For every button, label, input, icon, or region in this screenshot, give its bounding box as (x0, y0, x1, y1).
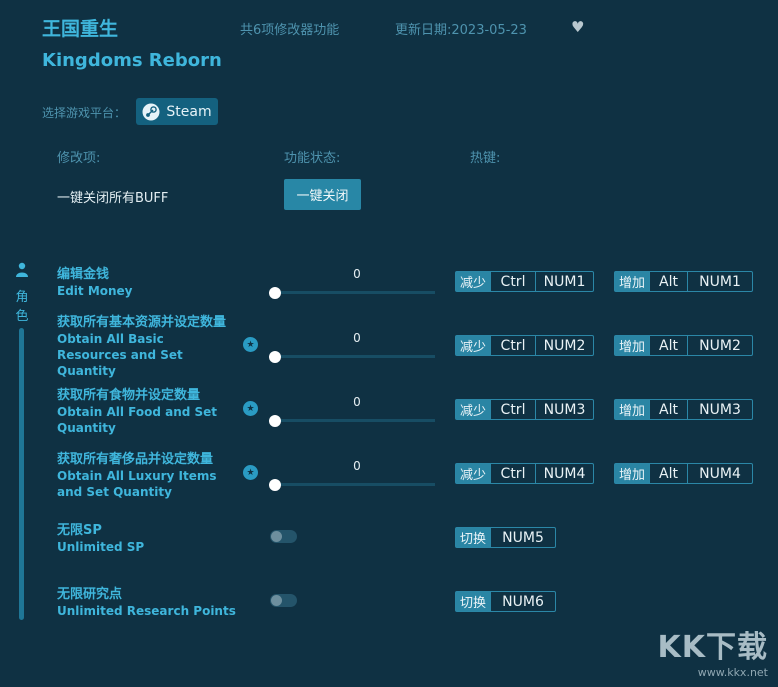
feature-name-en: Obtain All Food and Set Quantity (57, 405, 218, 435)
star-icon: ★ (243, 337, 258, 352)
hotkey-decrease[interactable]: 减少 Ctrl NUM4 (455, 463, 595, 484)
hotkey-tag: 增加 (615, 336, 650, 355)
watermark-site: www.kkx.net (697, 666, 768, 679)
feature-row-basic-resources: 获取所有基本资源并设定数量 Obtain All Basic Resources… (57, 314, 237, 379)
game-title-en: Kingdoms Reborn (42, 50, 222, 71)
hotkey-tag: 切换 (456, 592, 491, 611)
feature-name-cn: 无限SP (57, 523, 102, 538)
hotkey-key: NUM3 (687, 400, 752, 419)
hotkey-key: NUM1 (535, 272, 593, 291)
hotkey-key: NUM5 (490, 528, 555, 547)
value-slider[interactable] (274, 419, 435, 422)
hotkey-tag: 增加 (615, 464, 650, 483)
value-slider[interactable] (274, 291, 435, 294)
feature-name-cn: 获取所有基本资源并设定数量 (57, 315, 227, 330)
hotkey-decrease[interactable]: 减少 Ctrl NUM1 (455, 271, 595, 292)
feature-count: 共6项修改器功能 (240, 23, 340, 38)
feature-name-cn: 获取所有奢侈品并设定数量 (57, 452, 214, 467)
feature-name-en: Unlimited Research Points (57, 604, 236, 618)
slider-handle[interactable] (269, 287, 281, 299)
steam-label: Steam (166, 103, 212, 120)
hotkey-tag: 减少 (456, 464, 491, 483)
hotkey-key: NUM4 (535, 464, 593, 483)
value-slider[interactable] (274, 355, 435, 358)
hotkey-key: NUM2 (535, 336, 593, 355)
hotkey-increase[interactable]: 增加 Alt NUM1 (614, 271, 754, 292)
feature-toggle[interactable] (270, 530, 297, 543)
hotkey-key: NUM4 (687, 464, 752, 483)
watermark-logo: KK下载 (657, 630, 768, 665)
feature-name-cn: 获取所有食物并设定数量 (57, 388, 201, 403)
hotkey-key: NUM1 (687, 272, 752, 291)
feature-name-en: Obtain All Luxury Items and Set Quantity (57, 469, 217, 499)
feature-name-cn: 编辑金钱 (57, 267, 110, 282)
slider-value: 0 (353, 395, 361, 409)
slider-handle[interactable] (269, 415, 281, 427)
hotkey-toggle[interactable]: 切换 NUM5 (455, 527, 557, 548)
hotkey-decrease[interactable]: 减少 Ctrl NUM3 (455, 399, 595, 420)
hotkey-tag: 减少 (456, 336, 491, 355)
hotkey-key: NUM3 (535, 400, 593, 419)
close-all-button[interactable]: 一键关闭 (284, 179, 361, 210)
feature-row-luxury: 获取所有奢侈品并设定数量 Obtain All Luxury Items and… (57, 451, 242, 500)
game-title-cn: 王国重生 (42, 18, 119, 40)
watermark: KK下载 www.kkx.net (658, 622, 769, 679)
platform-label: 选择游戏平台： (42, 106, 127, 120)
slider-value: 0 (353, 459, 361, 473)
steam-platform-button[interactable]: Steam (136, 98, 218, 125)
hotkey-key: NUM2 (687, 336, 752, 355)
column-item: 修改项: (57, 151, 101, 166)
feature-row-edit-money: 编辑金钱 Edit Money (57, 266, 237, 299)
hotkey-modifier: Alt (649, 336, 687, 355)
hotkey-modifier: Ctrl (490, 272, 535, 291)
feature-row-unlimited-research: 无限研究点 Unlimited Research Points (57, 586, 257, 619)
feature-toggle[interactable] (270, 594, 297, 607)
hotkey-tag: 切换 (456, 528, 491, 547)
hotkey-increase[interactable]: 增加 Alt NUM2 (614, 335, 754, 356)
update-date: 更新日期:2023-05-23 (395, 23, 527, 38)
hotkey-modifier: Ctrl (490, 336, 535, 355)
heart-icon[interactable]: ♥ (571, 18, 584, 36)
all-buff-label: 一键关闭所有BUFF (57, 191, 169, 206)
hotkey-increase[interactable]: 增加 Alt NUM4 (614, 463, 754, 484)
column-hotkey: 热键: (470, 151, 501, 166)
star-icon: ★ (243, 401, 258, 416)
hotkey-decrease[interactable]: 减少 Ctrl NUM2 (455, 335, 595, 356)
feature-name-cn: 无限研究点 (57, 587, 123, 602)
column-status: 功能状态: (284, 151, 341, 166)
category-label: 角色 (15, 290, 29, 324)
character-icon (14, 262, 30, 281)
feature-row-unlimited-sp: 无限SP Unlimited SP (57, 522, 237, 555)
category-scrollbar[interactable] (19, 328, 24, 620)
hotkey-toggle[interactable]: 切换 NUM6 (455, 591, 557, 612)
hotkey-modifier: Alt (649, 464, 687, 483)
steam-icon (142, 103, 160, 121)
value-slider[interactable] (274, 483, 435, 486)
slider-value: 0 (353, 331, 361, 345)
hotkey-tag: 增加 (615, 400, 650, 419)
slider-value: 0 (353, 267, 361, 281)
feature-row-food: 获取所有食物并设定数量 Obtain All Food and Set Quan… (57, 387, 237, 436)
feature-name-en: Unlimited SP (57, 540, 145, 554)
hotkey-tag: 减少 (456, 400, 491, 419)
hotkey-increase[interactable]: 增加 Alt NUM3 (614, 399, 754, 420)
hotkey-tag: 减少 (456, 272, 491, 291)
hotkey-modifier: Alt (649, 272, 687, 291)
hotkey-modifier: Ctrl (490, 400, 535, 419)
hotkey-tag: 增加 (615, 272, 650, 291)
feature-name-en: Edit Money (57, 284, 133, 298)
slider-handle[interactable] (269, 351, 281, 363)
hotkey-modifier: Alt (649, 400, 687, 419)
hotkey-modifier: Ctrl (490, 464, 535, 483)
feature-name-en: Obtain All Basic Resources and Set Quant… (57, 332, 183, 378)
star-icon: ★ (243, 465, 258, 480)
slider-handle[interactable] (269, 479, 281, 491)
hotkey-key: NUM6 (490, 592, 555, 611)
